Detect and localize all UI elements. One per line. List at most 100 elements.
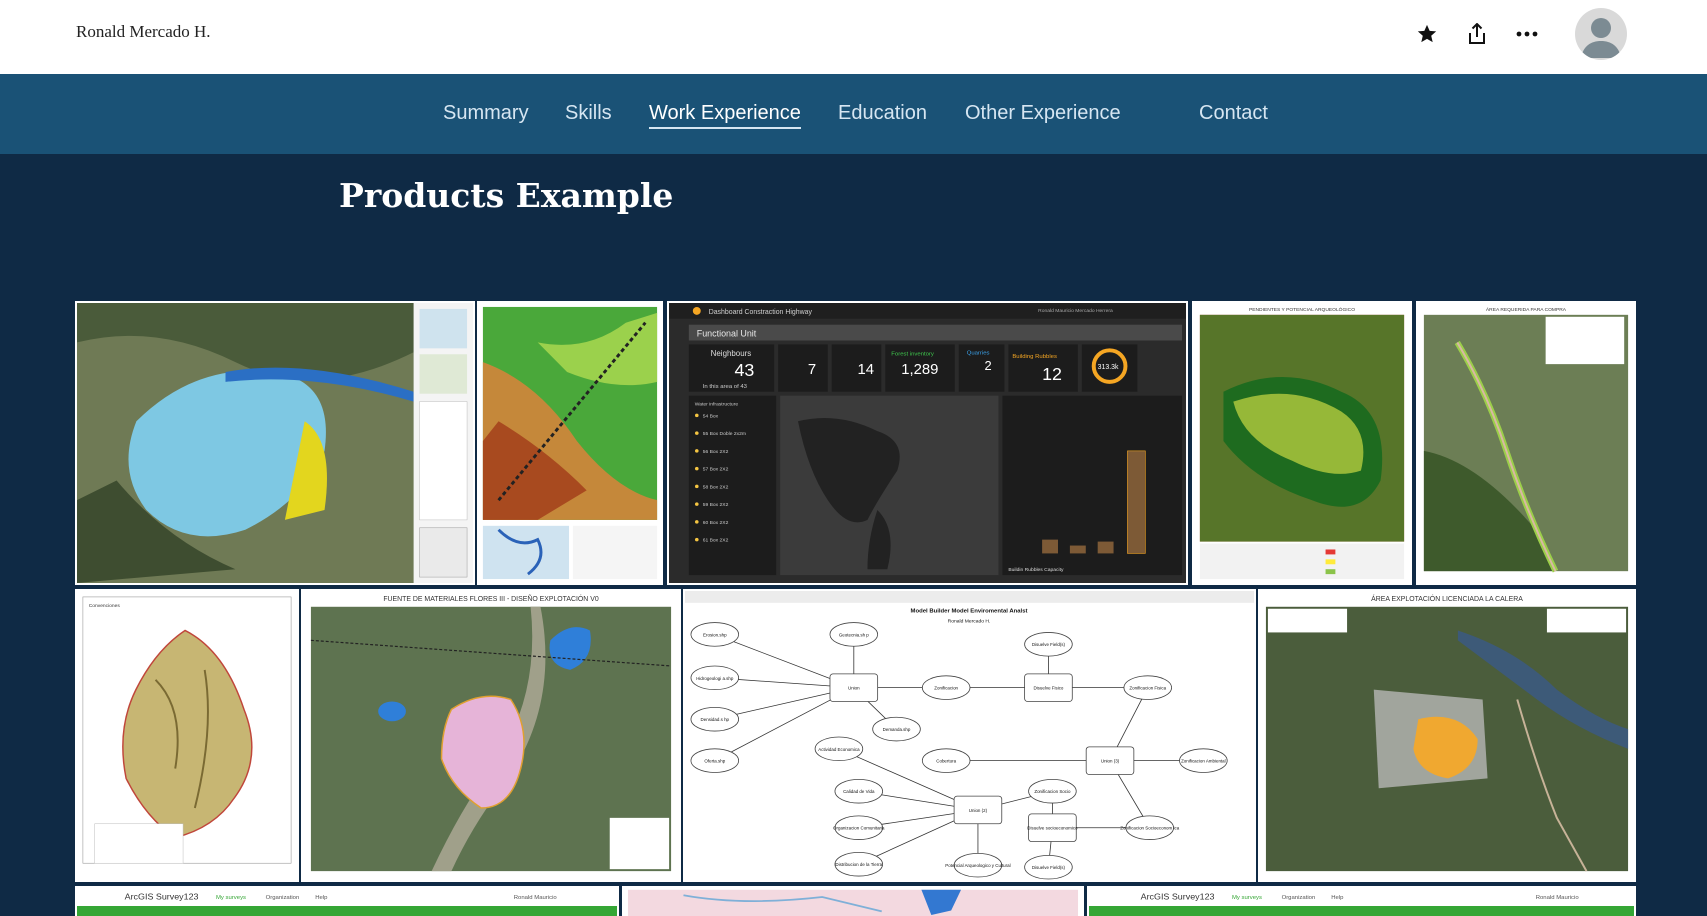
rubbles-label: Building Rubbles <box>1012 354 1057 360</box>
survey-user-a: Ronald Mauricio <box>514 895 557 901</box>
survey-tab-a-1: Organization <box>266 895 300 901</box>
list-item[interactable]: 54 Box <box>703 413 719 419</box>
survey-tab-b-1: Organization <box>1282 895 1316 901</box>
dashboard-panel-title: Functional Unit <box>697 329 757 339</box>
list-item[interactable]: 57 Box 2X2 <box>703 467 729 473</box>
model-node-label: Disuelve Field(s) <box>1032 642 1066 647</box>
gallery-tile-quarry-map[interactable]: FUENTE DE MATERIALES FLORES III - DISEÑO… <box>301 589 681 882</box>
survey-app-a: ArcGIS Survey123 <box>125 892 199 901</box>
dashboard-app-title: Dashboard Constraction Highway <box>709 309 813 316</box>
gallery-tile-land-map[interactable] <box>75 301 475 585</box>
model-node-label: Zonificacion <box>934 686 958 691</box>
survey-user-b: Ronald Mauricio <box>1536 895 1579 901</box>
favorite-star-icon[interactable] <box>1415 22 1439 46</box>
neighbours-sub: In this area of 43 <box>703 384 748 390</box>
list-bullet <box>694 466 699 471</box>
nav-other-experience[interactable]: Other Experience <box>965 102 1121 125</box>
rubbles-value: 12 <box>1042 364 1062 384</box>
model-node-label: Zonificacion Socio <box>1034 789 1071 794</box>
watershed-legend: Convenciones <box>89 603 121 609</box>
list-item[interactable]: 59 Box 2X2 <box>703 502 729 508</box>
model-node-label: Disuelve socioeconomico <box>1027 826 1078 831</box>
list-item[interactable]: 56 Box 2X2 <box>703 449 729 455</box>
more-options-icon[interactable] <box>1515 22 1539 46</box>
quarries-label: Quarries <box>967 350 990 356</box>
share-icon[interactable] <box>1465 22 1489 46</box>
nav-skills[interactable]: Skills <box>565 102 612 125</box>
list-bullet <box>694 537 699 542</box>
gallery-tile-archaeology-map[interactable]: PENDIENTES Y POTENCIAL ARQUEOLÓGICO <box>1192 301 1412 585</box>
gallery-tile-watershed-map[interactable]: Convenciones <box>75 589 299 882</box>
model-node-label: Union (2) <box>969 808 988 813</box>
quarry-title: FUENTE DE MATERIALES FLORES III - DISEÑO… <box>383 594 599 603</box>
gallery-tile-purchase-map[interactable]: ÁREA REQUERIDA PARA COMPRA <box>1416 301 1636 585</box>
list-bullet <box>694 484 699 489</box>
top-header: Ronald Mercado H. <box>0 0 1707 74</box>
nav-contact[interactable]: Contact <box>1199 102 1268 125</box>
list-item[interactable]: 58 Box 2X2 <box>703 484 729 490</box>
model-node-label: Cobertura <box>936 759 956 764</box>
model-node-label: Zonificacion Socioeconom ica <box>1120 826 1179 831</box>
model-node-label: Disuelve Field(s) <box>1032 865 1066 870</box>
chart-tab: Buildin Rubbles Capacity <box>1008 567 1064 573</box>
header-actions <box>1415 8 1627 60</box>
list-item[interactable]: 55 Box Doble 2x2m <box>703 431 746 437</box>
survey-tab-b-0: My surveys <box>1232 895 1262 901</box>
gallery-tile-region-map[interactable] <box>622 886 1084 916</box>
archaeology-title: PENDIENTES Y POTENCIAL ARQUEOLÓGICO <box>1249 306 1355 313</box>
model-node-label: Densidad.s hp <box>701 717 730 722</box>
list-bullet <box>694 520 699 524</box>
gallery-tile-calera-map[interactable]: ÁREA EXPLOTACIÓN LICENCIADA LA CALERA <box>1258 589 1636 882</box>
model-node-label: Zonificacion Ambiental <box>1181 759 1226 764</box>
user-avatar[interactable] <box>1575 8 1627 60</box>
section-heading: Products Example <box>339 176 674 215</box>
gallery-tile-model-builder[interactable]: Model Builder Model Enviromental Analst … <box>683 589 1256 882</box>
model-node-label: Organizacion Comunitaria <box>833 826 885 831</box>
list-bullet <box>694 449 699 453</box>
purchase-title: ÁREA REQUERIDA PARA COMPRA <box>1486 306 1567 313</box>
model-author: Ronald Mercado H. <box>948 619 991 625</box>
nav-summary[interactable]: Summary <box>443 102 529 125</box>
list-bullet <box>694 413 699 418</box>
gallery-tile-survey-b[interactable]: ArcGIS Survey123 My surveys Organization… <box>1087 886 1636 916</box>
survey-app-b: ArcGIS Survey123 <box>1141 892 1215 901</box>
model-node-label: Zonificacion Fisica <box>1129 686 1166 691</box>
list-title: Water infrastructure <box>695 402 739 408</box>
gallery-tile-survey-a[interactable]: ArcGIS Survey123 My surveys Organization… <box>75 886 619 916</box>
main-nav: Summary Skills Work Experience Education… <box>0 74 1707 154</box>
nav-education[interactable]: Education <box>838 102 927 125</box>
model-node-label: Demanda.shp <box>883 727 911 732</box>
model-node-label: Union (3) <box>1101 759 1120 764</box>
model-node-label: Erosion.shp <box>703 632 727 637</box>
forest-label: Forest inventory <box>891 351 934 357</box>
survey-tab-a-2: Help <box>315 895 327 901</box>
list-bullet <box>694 431 699 435</box>
model-node-label: Oferta.shp <box>704 759 725 764</box>
model-node-label: Distribucion de la Tierra <box>835 862 882 867</box>
survey-tab-b-2: Help <box>1331 895 1343 901</box>
nav-work-experience[interactable]: Work Experience <box>649 102 801 129</box>
stat-b-value: 14 <box>858 362 875 378</box>
model-node-label: Geotecnia.sh p <box>839 632 869 637</box>
model-node-label: Hidrogeologi a.shp <box>696 676 734 681</box>
calera-title: ÁREA EXPLOTACIÓN LICENCIADA LA CALERA <box>1371 594 1523 603</box>
model-node-label: Calidad de Vida <box>843 789 875 794</box>
gallery-tile-dem-map[interactable] <box>477 301 663 585</box>
gauge-value: 313.3k <box>1098 364 1119 371</box>
dashboard-user: Ronald Mauricio Mercado Herrera <box>1038 308 1113 314</box>
site-title[interactable]: Ronald Mercado H. <box>76 22 211 42</box>
model-node-label: Disuelve Fisico <box>1033 686 1063 691</box>
model-node-label: Actividad Economica <box>818 747 860 752</box>
forest-value: 1,289 <box>901 362 938 378</box>
neighbours-value: 43 <box>734 360 754 380</box>
model-title: Model Builder Model Enviromental Analst <box>911 609 1028 615</box>
model-node-label: Union <box>848 686 860 691</box>
quarries-value: 2 <box>985 358 992 373</box>
model-node-label: Potencial Arqueologico y Cultural <box>945 863 1010 868</box>
survey-tab-a-0: My surveys <box>216 895 246 901</box>
list-item[interactable]: 60 Box 2X2 <box>703 520 729 526</box>
list-item[interactable]: 61 Box 2X2 <box>703 538 729 544</box>
list-bullet <box>694 502 699 506</box>
gallery-tile-dashboard[interactable]: Dashboard Constraction Highway Ronald Ma… <box>667 301 1188 585</box>
stat-a-value: 7 <box>808 362 816 378</box>
